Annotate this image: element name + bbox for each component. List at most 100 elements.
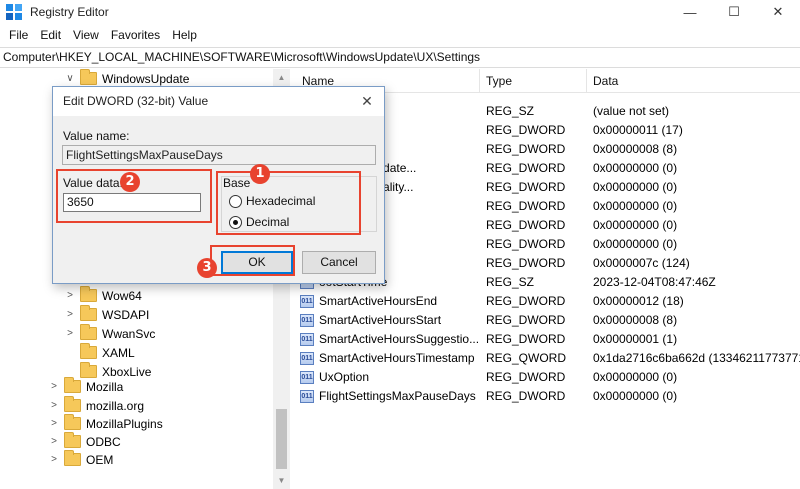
column-header-type[interactable]: Type [480,69,587,93]
value-name-text: SmartActiveHoursSuggestio... [319,332,480,346]
maximize-button[interactable]: ☐ [712,0,756,24]
value-data-cell: 2023-12-04T08:47:46Z [593,275,716,289]
value-name-label: Value name: [63,129,130,143]
binary-value-icon: 011 [300,390,314,403]
value-type-cell: REG_DWORD [486,389,566,403]
value-data-cell: 0x00000012 (18) [593,294,684,308]
tree-item-odbc[interactable]: > ODBC [48,432,121,451]
tree-item-label: MozillaPlugins [86,416,163,431]
list-row[interactable]: 011 SmartActiveHoursSuggestio... REG_DWORD… [296,330,800,349]
folder-icon [80,324,97,340]
tree-item-wow64[interactable]: > Wow64 [64,286,142,305]
window-title: Registry Editor [30,5,109,19]
value-data-cell: 0x00000000 (0) [593,180,678,194]
minimize-button[interactable]: — [668,0,712,24]
step-badge-2: 2 [120,172,140,192]
tree-item-wwansvc[interactable]: > WwanSvc [64,324,155,343]
value-data-cell: 0x00000000 (0) [593,389,678,403]
menu-edit[interactable]: Edit [34,28,67,42]
chevron-right-icon[interactable]: > [64,309,76,320]
tree-item-label: WSDAPI [102,307,150,322]
menu-help[interactable]: Help [166,28,203,42]
column-header-data[interactable]: Data [587,69,800,93]
chevron-right-icon[interactable]: > [48,436,60,447]
value-type-cell: REG_DWORD [486,161,566,175]
tree-item-label: OEM [86,452,114,467]
value-type-cell: REG_DWORD [486,256,566,270]
value-type-cell: REG_DWORD [486,332,566,346]
folder-icon [64,377,81,393]
value-data-cell: 0x00000001 (1) [593,332,678,346]
tree-item-mozilla-org[interactable]: > mozilla.org [48,396,144,415]
tree-item-label: Mozilla [86,379,124,394]
value-name-cell: 011 SmartActiveHoursStart [300,311,482,330]
chevron-right-icon[interactable]: > [48,400,60,411]
cancel-button[interactable]: Cancel [302,251,376,274]
folder-icon [64,414,81,430]
folder-icon [64,450,81,466]
value-type-cell: REG_DWORD [486,123,566,137]
value-data-cell: 0x00000008 (8) [593,313,678,327]
scroll-down-arrow-icon[interactable]: ▼ [273,472,290,489]
value-type-cell: REG_DWORD [486,294,566,308]
menu-bar: File Edit View Favorites Help [0,24,800,46]
value-name-cell: 011 UxOption [300,368,482,387]
value-name-text: SmartActiveHoursStart [319,313,442,327]
value-type-cell: REG_DWORD [486,218,566,232]
step-badge-1: 1 [250,164,270,184]
list-row[interactable]: 011 UxOption REG_DWORD 0x00000000 (0) [296,368,800,387]
menu-favorites[interactable]: Favorites [105,28,166,42]
list-row[interactable]: 011 SmartActiveHoursStart REG_DWORD 0x00000… [296,311,800,330]
menu-file[interactable]: File [3,28,34,42]
folder-icon [64,432,81,448]
scrollbar-thumb[interactable] [276,409,287,469]
value-data-cell: (value not set) [593,104,670,118]
binary-value-icon: 011 [300,314,314,327]
binary-value-icon: 011 [300,295,314,308]
scroll-up-arrow-icon[interactable]: ▲ [273,69,290,86]
chevron-right-icon[interactable]: > [64,328,76,339]
tree-item-mozilla[interactable]: > Mozilla [48,377,123,396]
value-name-text: FlightSettingsMaxPauseDays [319,389,476,403]
binary-value-icon: 011 [300,371,314,384]
tree-item-xaml[interactable]: XAML [64,343,135,362]
value-name-text: UxOption [319,370,370,384]
tree-item-label: Wow64 [102,288,142,303]
address-bar[interactable]: Computer\HKEY_LOCAL_MACHINE\SOFTWARE\Mic… [0,47,800,68]
value-name-text: SmartActiveHoursTimestamp [319,351,475,365]
list-row[interactable]: 011 SmartActiveHoursTimestamp REG_QWORD 0x1… [296,349,800,368]
list-row[interactable]: 011 SmartActiveHoursEnd REG_DWORD 0x0000001… [296,292,800,311]
chevron-right-icon[interactable]: > [48,418,60,429]
chevron-right-icon[interactable]: > [64,290,76,301]
value-type-cell: REG_DWORD [486,370,566,384]
value-data-cell: 0x00000011 (17) [593,123,683,137]
value-type-cell: REG_DWORD [486,313,566,327]
value-type-cell: REG_SZ [486,275,535,289]
chevron-right-icon[interactable]: > [48,381,60,392]
value-name-cell: 011 SmartActiveHoursTimestamp [300,349,482,368]
menu-view[interactable]: View [67,28,105,42]
value-data-cell: 0x00000000 (0) [593,237,678,251]
step-badge-3: 3 [197,258,217,278]
value-data-cell: 0x00000000 (0) [593,370,678,384]
tree-item-oem[interactable]: > OEM [48,450,113,469]
value-type-cell: REG_DWORD [486,142,566,156]
highlight-base [216,171,361,235]
value-type-cell: REG_DWORD [486,237,566,251]
tree-item-wsdapi[interactable]: > WSDAPI [64,305,149,324]
tree-item-label: WwanSvc [102,326,156,341]
value-type-cell: REG_QWORD [486,351,567,365]
value-data-cell: 0x00000008 (8) [593,142,678,156]
chevron-down-icon[interactable]: ∨ [64,73,76,84]
tree-item-label: WindowsUpdate [102,71,190,86]
value-data-cell: 0x00000000 (0) [593,199,678,213]
tree-item-mozillaplugins[interactable]: > MozillaPlugins [48,414,163,433]
highlight-ok [210,245,295,276]
value-name-cell: 011 SmartActiveHoursEnd [300,292,482,311]
value-type-cell: REG_DWORD [486,180,566,194]
folder-icon [80,286,97,302]
chevron-right-icon[interactable]: > [48,454,60,465]
close-window-button[interactable]: ✕ [756,0,800,24]
list-row[interactable]: 011 FlightSettingsMaxPauseDays REG_DWORD 0x… [296,387,800,406]
close-icon[interactable]: ✕ [356,89,378,113]
